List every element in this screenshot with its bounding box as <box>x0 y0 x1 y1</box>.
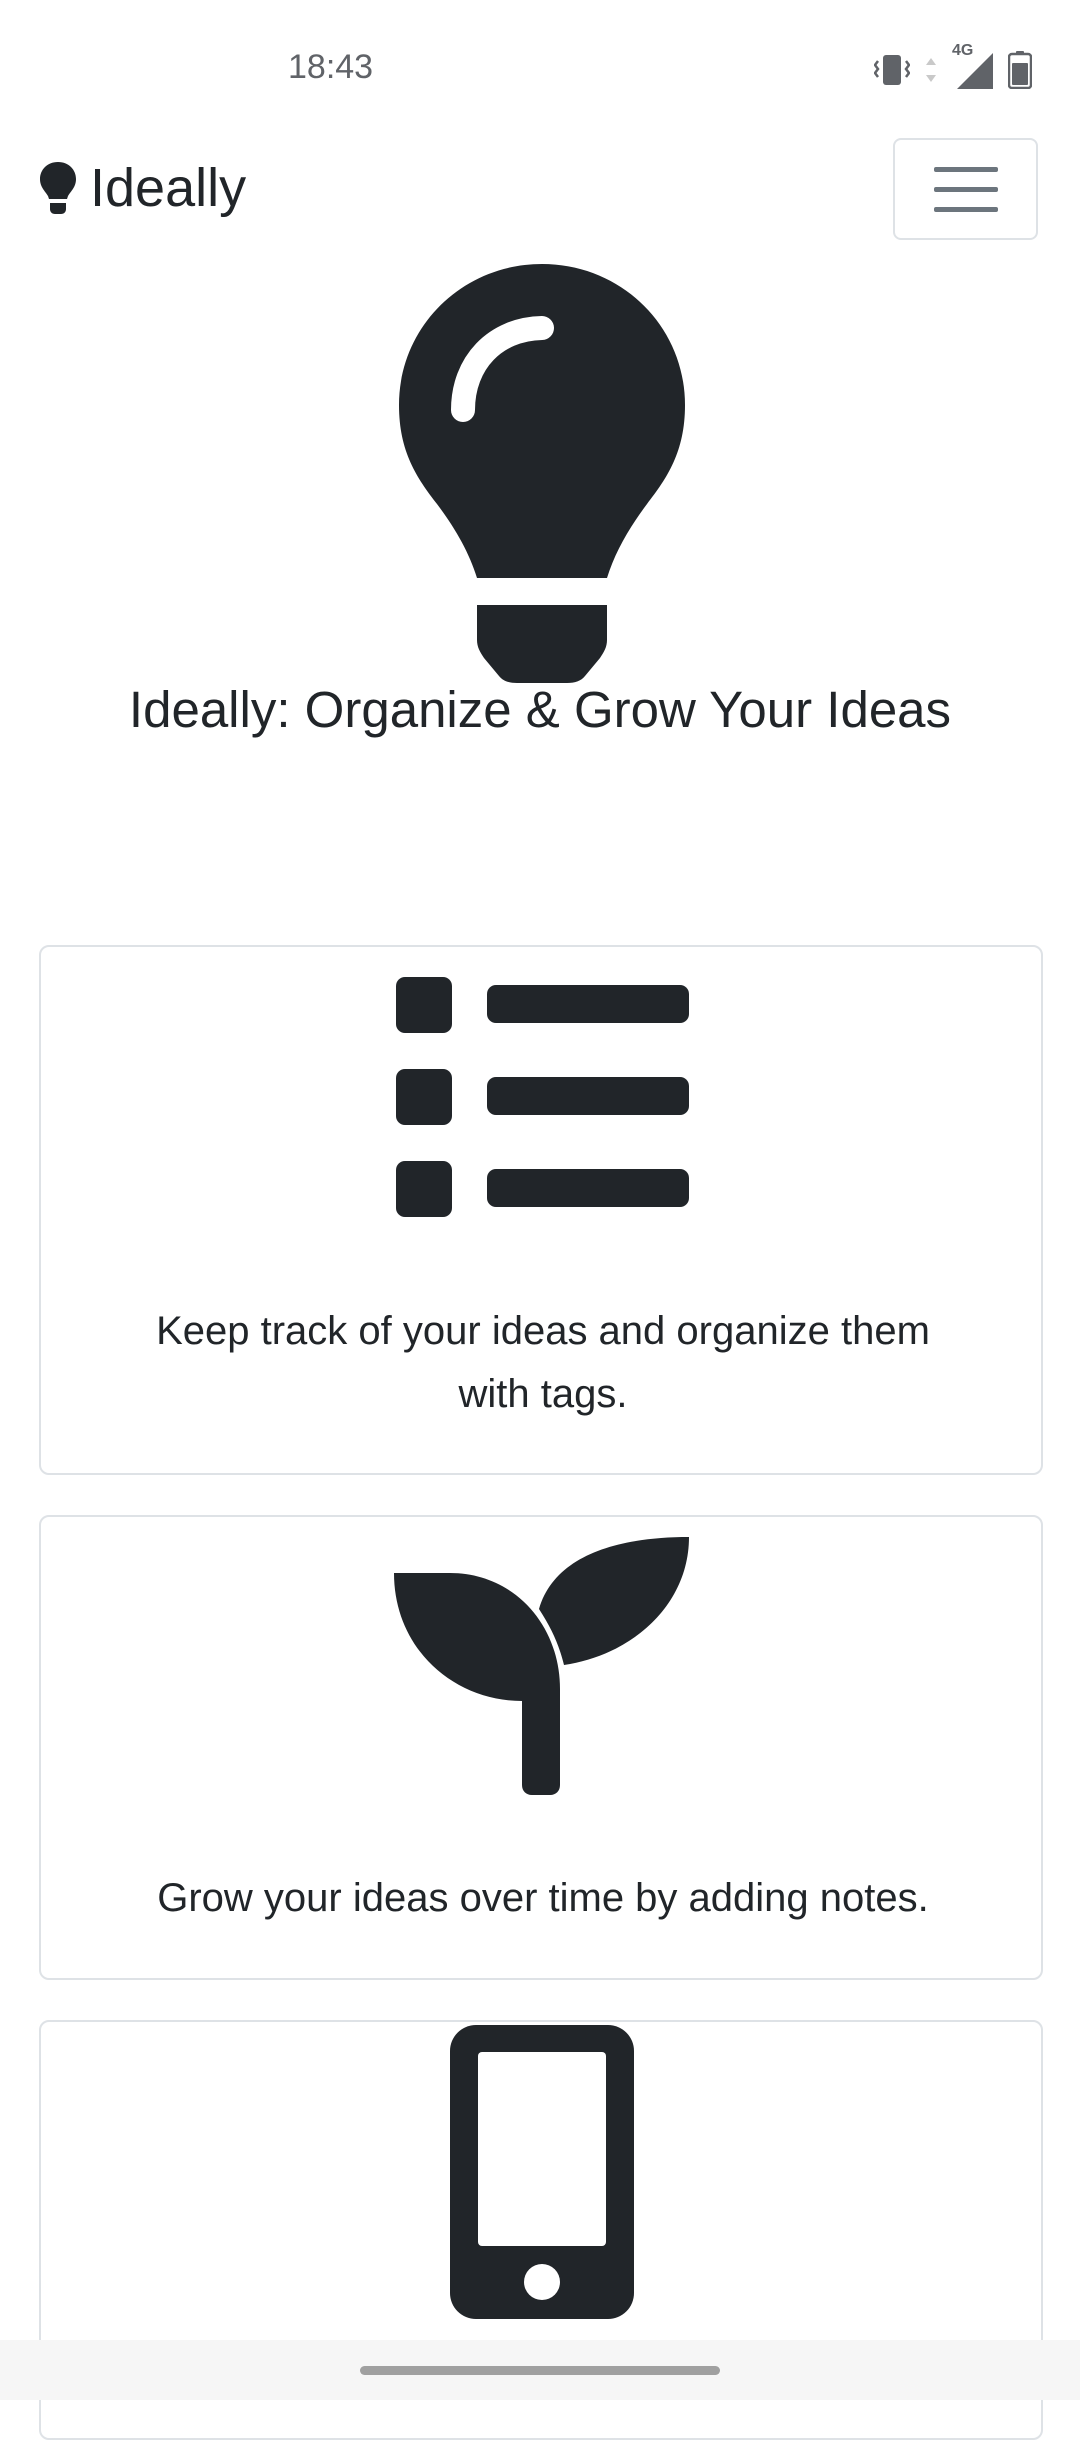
navbar: Ideally <box>0 135 1080 245</box>
list-icon <box>396 977 689 1217</box>
status-icons: 4G <box>874 42 1032 90</box>
sprout-icon <box>394 1537 689 1795</box>
status-time: 18:43 <box>288 48 374 86</box>
feature-card-organize: Keep track of your ideas and organize th… <box>39 945 1043 1475</box>
menu-toggle-button[interactable] <box>893 138 1038 240</box>
cell-signal: 4G <box>952 42 994 90</box>
brand-name: Ideally <box>90 158 247 218</box>
hamburger-menu-icon <box>933 166 998 172</box>
brand-link[interactable]: Ideally <box>38 157 246 219</box>
vibrate-icon <box>874 55 910 85</box>
hero-title: Ideally: Organize & Grow Your Ideas <box>128 681 952 738</box>
feature-text-grow: Grow your ideas over time by adding note… <box>157 1876 929 1920</box>
signal-icon <box>957 53 993 89</box>
phone-icon <box>450 2025 634 2319</box>
lightbulb-icon <box>40 162 76 214</box>
feature-card-grow: Grow your ideas over time by adding note… <box>39 1515 1043 1980</box>
status-bar: 18:43 4G <box>0 0 1080 140</box>
data-arrows-icon <box>926 58 936 82</box>
home-indicator[interactable] <box>360 2366 720 2375</box>
battery-icon <box>1008 51 1032 89</box>
feature-text-organize: Keep track of your ideas and organize th… <box>156 1309 930 1416</box>
hero-lightbulb-icon <box>399 264 685 683</box>
navigation-bar <box>0 2340 1080 2400</box>
